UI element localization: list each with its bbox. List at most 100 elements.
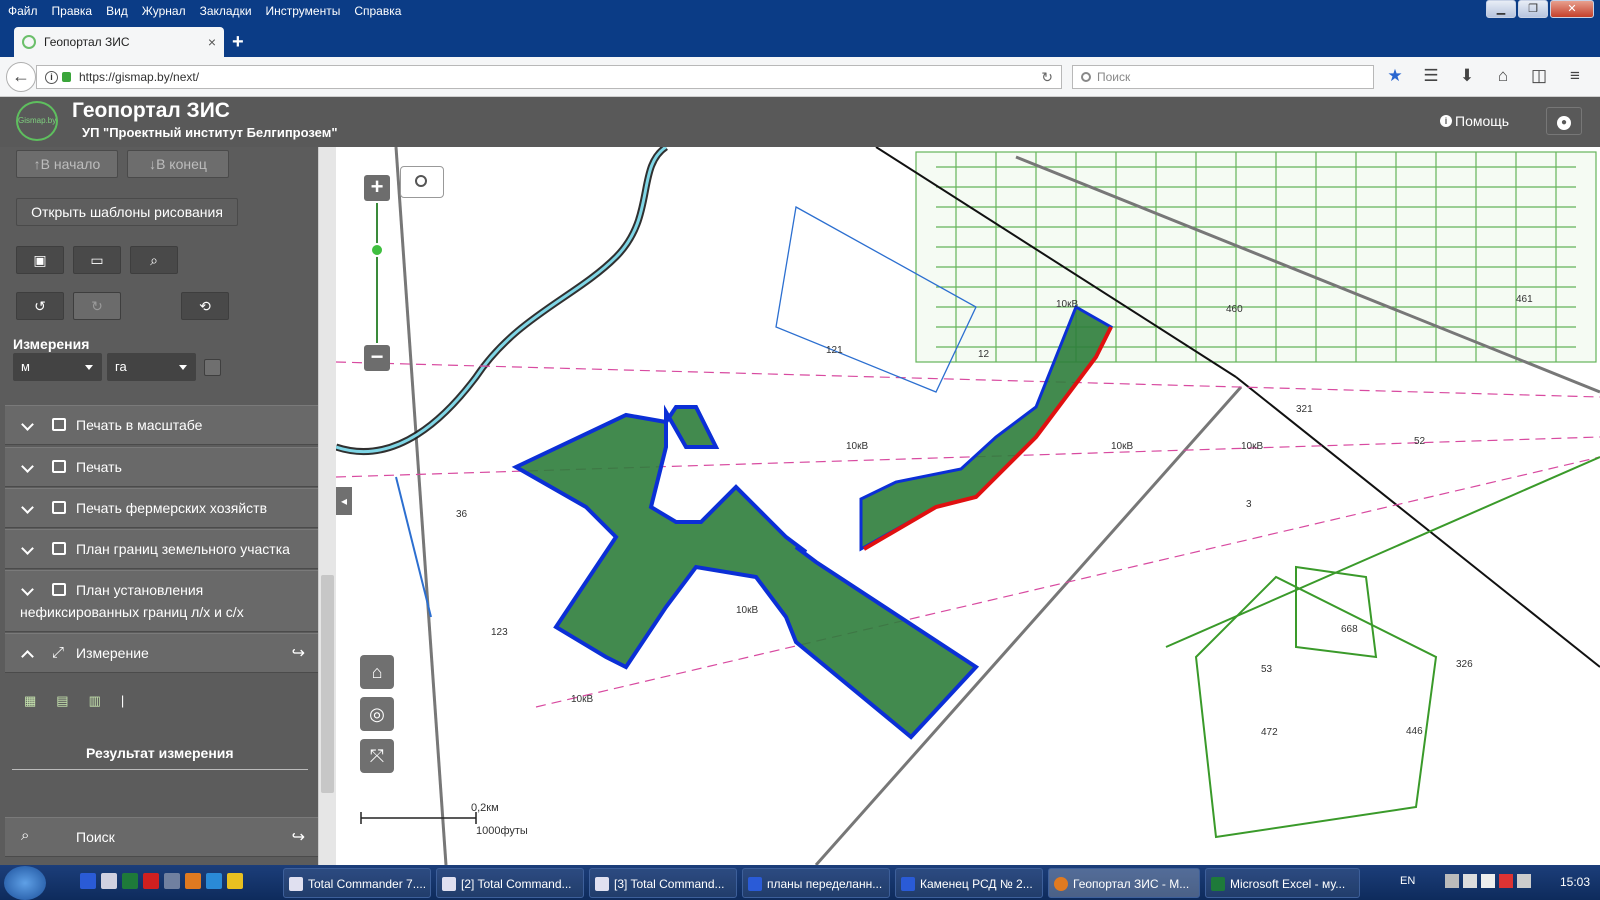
section-boundaries-plan[interactable]: План установления нефиксированных границ… [5, 570, 321, 632]
excel-icon[interactable] [122, 873, 138, 889]
map-canvas[interactable]: 10кВ 10кВ 10кВ 10кВ 10кВ 10кВ 321 461 46… [336, 147, 1600, 865]
ie-icon[interactable] [206, 873, 222, 889]
share-arrow-icon[interactable]: ↪ [292, 643, 305, 663]
menu-view[interactable]: Вид [99, 4, 135, 18]
task-total-commander-3[interactable]: [3] Total Command... [589, 868, 737, 898]
scale-bar [360, 812, 477, 824]
to-end-button[interactable]: ↓В конец [127, 150, 229, 178]
save-icon[interactable]: ▣ [16, 246, 64, 274]
menu-edit[interactable]: Правка [45, 4, 100, 18]
task-total-commander-2[interactable]: [2] Total Command... [436, 868, 584, 898]
url-bar[interactable]: i https://gismap.by/next/ ↻ [36, 65, 1062, 89]
section-search[interactable]: ⌕ Поиск ↪ [5, 817, 321, 857]
panel-scrollbar[interactable] [318, 147, 336, 865]
fullscreen-icon[interactable]: ⤧ [360, 739, 394, 773]
section-print-farms[interactable]: Печать фермерских хозяйств [5, 488, 321, 528]
chrome-icon[interactable] [227, 873, 243, 889]
app-icon[interactable] [164, 873, 180, 889]
parcel-main[interactable] [511, 404, 980, 740]
measure-area-icon[interactable]: ▤ [56, 693, 68, 709]
back-button[interactable]: ← [6, 62, 36, 92]
measure-calc-icon[interactable]: ▥ [89, 693, 101, 709]
zoom-slider-track[interactable] [376, 203, 378, 343]
hamburger-menu-icon[interactable]: ≡ [1566, 65, 1584, 87]
help-button[interactable]: i Помощь [1440, 113, 1509, 129]
user-button[interactable]: ● [1546, 107, 1582, 135]
search-icon[interactable]: ⌕ [130, 246, 178, 274]
task-excel[interactable]: Microsoft Excel - му... [1205, 868, 1360, 898]
info-icon[interactable]: i [45, 70, 58, 84]
redo-icon[interactable]: ↻ [73, 292, 121, 320]
map-search-button[interactable] [400, 166, 444, 198]
collapse-panel-button[interactable]: ◂ [336, 487, 352, 515]
chevron-down-icon [21, 542, 34, 555]
download-icon[interactable]: ⬇ [1458, 65, 1476, 87]
section-measurement[interactable]: ⤢ Измерение ↪ [5, 633, 321, 673]
menu-bookmarks[interactable]: Закладки [193, 4, 259, 18]
pocket-icon[interactable]: ◫ [1530, 65, 1548, 87]
parcel-number: 321 [1296, 404, 1313, 415]
menu-file[interactable]: Файл [0, 4, 45, 18]
menu-tools[interactable]: Инструменты [259, 4, 348, 18]
menu-help[interactable]: Справка [347, 4, 408, 18]
tray-language[interactable]: EN [1400, 875, 1415, 887]
measure-distance-icon[interactable]: ▦ [24, 693, 36, 709]
share-arrow-icon[interactable]: ↪ [292, 827, 305, 847]
volume-icon[interactable] [1463, 874, 1477, 888]
start-button[interactable] [4, 866, 46, 900]
home-extent-icon[interactable]: ⌂ [360, 655, 394, 689]
close-tab-icon[interactable]: × [208, 34, 216, 50]
app-tray-icon[interactable] [1481, 874, 1495, 888]
toolbar-icons: ★ ☰ ⬇ ⌂ ◫ ≡ [1386, 65, 1584, 87]
task-total-commander-1[interactable]: Total Commander 7.... [283, 868, 431, 898]
undo-icon[interactable]: ↺ [16, 292, 64, 320]
section-print-scale[interactable]: Печать в масштабе [5, 405, 321, 445]
home-icon[interactable]: ⌂ [1494, 65, 1512, 87]
to-start-button[interactable]: ↑В начало [16, 150, 118, 178]
map-view[interactable]: 10кВ 10кВ 10кВ 10кВ 10кВ 10кВ 321 461 46… [336, 147, 1600, 865]
section-label: Печать [76, 459, 122, 475]
chevron-down-icon [179, 365, 187, 370]
task-word-plans[interactable]: планы переделанн... [742, 868, 890, 898]
minimize-icon[interactable]: ▁ [1486, 0, 1516, 18]
scrollbar-thumb[interactable] [321, 575, 334, 793]
task-firefox-geoportal[interactable]: Геопортал ЗИС - М... [1048, 868, 1200, 898]
clock[interactable]: 15:03 [1560, 875, 1590, 889]
measure-checkbox[interactable] [204, 359, 221, 376]
parcel-number: 12 [978, 349, 990, 360]
printer-icon [52, 501, 66, 514]
close-window-icon[interactable]: ✕ [1550, 0, 1594, 18]
new-tab-button[interactable]: + [232, 31, 244, 54]
tab-geoportal[interactable]: Геопортал ЗИС × [14, 27, 224, 57]
restore-icon[interactable]: ❐ [1518, 0, 1548, 18]
parcel-number: 36 [456, 509, 468, 520]
history-icon[interactable]: ⟲ [181, 292, 229, 320]
section-print[interactable]: Печать [5, 447, 321, 487]
settlement-top-right [915, 151, 1597, 363]
reload-icon[interactable]: ↻ [1041, 69, 1053, 86]
open-folder-icon[interactable]: ▭ [73, 246, 121, 274]
section-label: План границ земельного участка [76, 541, 290, 557]
open-templates-button[interactable]: Открыть шаблоны рисования [16, 198, 238, 226]
bookmark-star-icon[interactable]: ★ [1386, 65, 1404, 87]
app-icon[interactable] [101, 873, 117, 889]
zoom-out-button[interactable]: − [364, 345, 390, 371]
word-icon[interactable] [80, 873, 96, 889]
browser-search-input[interactable]: Поиск [1072, 65, 1374, 89]
zoom-slider-thumb[interactable] [370, 243, 384, 257]
measure-ruler-icon: ⤢ [52, 644, 65, 661]
network-icon[interactable] [1445, 874, 1459, 888]
area-unit-select[interactable]: га [107, 353, 196, 381]
task-word-kamenets[interactable]: Каменец РСД № 2... [895, 868, 1043, 898]
opera-icon[interactable] [143, 873, 159, 889]
zoom-in-button[interactable]: + [364, 175, 390, 201]
length-unit-select[interactable]: м [13, 353, 102, 381]
antivirus-icon[interactable] [1499, 874, 1513, 888]
menu-history[interactable]: Журнал [135, 4, 193, 18]
app-subtitle: УП "Проектный институт Белгипрозем" [82, 125, 338, 140]
flag-icon[interactable] [1517, 874, 1531, 888]
locate-icon[interactable]: ◎ [360, 697, 394, 731]
section-land-plan[interactable]: План границ земельного участка [5, 529, 321, 569]
firefox-icon[interactable] [185, 873, 201, 889]
reading-list-icon[interactable]: ☰ [1422, 65, 1440, 87]
